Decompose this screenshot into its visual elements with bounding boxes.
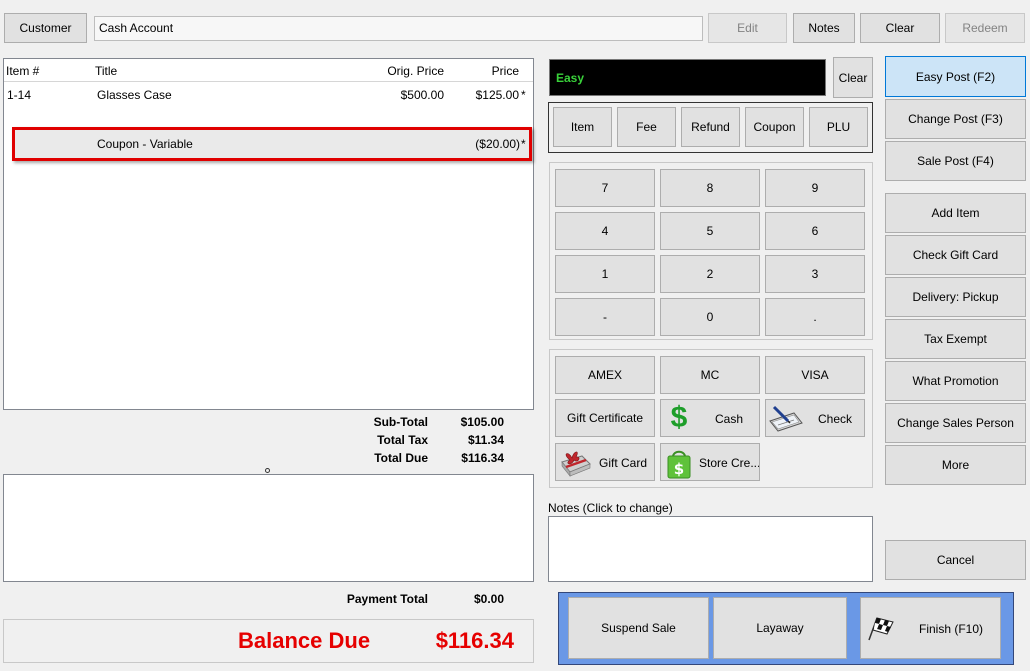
- entry-display[interactable]: Easy: [549, 59, 826, 96]
- row-title: Coupon - Variable: [97, 137, 193, 151]
- header-price: Price: [491, 64, 519, 78]
- gift-icon: [560, 448, 592, 478]
- header-divider: [4, 81, 533, 82]
- entry-mode-text: Easy: [556, 71, 585, 85]
- account-value: Cash Account: [99, 21, 174, 35]
- type-plu-button[interactable]: PLU: [809, 107, 868, 147]
- notes-area[interactable]: [548, 516, 873, 582]
- row-flag: *: [521, 88, 526, 102]
- cash-label: Cash: [715, 412, 744, 426]
- amex-button[interactable]: AMEX: [555, 356, 655, 394]
- row-price: ($20.00): [475, 137, 520, 151]
- gift-card-button[interactable]: Gift Card: [555, 443, 655, 481]
- payment-total-label: Payment Total: [346, 592, 428, 606]
- row-flag: *: [521, 137, 526, 151]
- key-minus[interactable]: -: [555, 298, 655, 336]
- key-1[interactable]: 1: [555, 255, 655, 293]
- clear-button[interactable]: Clear: [860, 13, 940, 43]
- subtotal-value: $105.00: [460, 415, 504, 429]
- check-button[interactable]: Check: [765, 399, 865, 437]
- header-orig-price: Orig. Price: [387, 64, 444, 78]
- finish-button[interactable]: Finish (F10): [860, 597, 1001, 659]
- tax-exempt-button[interactable]: Tax Exempt: [885, 319, 1026, 359]
- payment-total-value: $0.00: [473, 592, 504, 606]
- balance-panel: Balance Due $116.34: [3, 619, 534, 663]
- table-row[interactable]: 1-14 Glasses Case $500.00 $125.00 *: [4, 83, 533, 105]
- change-post-button[interactable]: Change Post (F3): [885, 99, 1026, 139]
- svg-text:$: $: [674, 460, 684, 478]
- items-table: Item # Title Orig. Price Price 1-14 Glas…: [3, 58, 534, 410]
- key-decimal[interactable]: .: [765, 298, 865, 336]
- payments-list[interactable]: [3, 474, 534, 582]
- key-7[interactable]: 7: [555, 169, 655, 207]
- key-9[interactable]: 9: [765, 169, 865, 207]
- key-0[interactable]: 0: [660, 298, 760, 336]
- table-row-selected[interactable]: Coupon - Variable ($20.00) *: [12, 127, 532, 161]
- cash-button[interactable]: $ Cash: [660, 399, 760, 437]
- more-button[interactable]: More: [885, 445, 1026, 485]
- customer-button[interactable]: Customer: [4, 13, 87, 43]
- shopping-bag-icon: $: [665, 447, 693, 479]
- gift-certificate-button[interactable]: Gift Certificate: [555, 399, 655, 437]
- dollar-icon: $: [670, 401, 688, 434]
- entry-clear-button[interactable]: Clear: [833, 57, 873, 98]
- total-due-label: Total Due: [374, 451, 428, 465]
- add-item-button[interactable]: Add Item: [885, 193, 1026, 233]
- check-gift-card-button[interactable]: Check Gift Card: [885, 235, 1026, 275]
- store-credit-button[interactable]: $ Store Cre...: [660, 443, 760, 481]
- notes-button[interactable]: Notes: [793, 13, 855, 43]
- easy-post-button[interactable]: Easy Post (F2): [885, 56, 1026, 97]
- notes-label[interactable]: Notes (Click to change): [548, 501, 673, 515]
- tax-value: $11.34: [467, 433, 504, 447]
- layaway-button[interactable]: Layaway: [713, 597, 847, 659]
- check-writing-icon: [768, 403, 804, 433]
- delivery-button[interactable]: Delivery: Pickup: [885, 277, 1026, 317]
- suspend-sale-button[interactable]: Suspend Sale: [568, 597, 709, 659]
- row-orig-price: $500.00: [400, 88, 444, 102]
- store-credit-label: Store Cre...: [699, 456, 760, 470]
- type-item-button[interactable]: Item: [553, 107, 612, 147]
- sale-post-button[interactable]: Sale Post (F4): [885, 141, 1026, 181]
- key-3[interactable]: 3: [765, 255, 865, 293]
- mc-button[interactable]: MC: [660, 356, 760, 394]
- header-title: Title: [95, 64, 118, 78]
- row-item: 1-14: [7, 88, 32, 102]
- check-label: Check: [818, 412, 853, 426]
- redeem-button[interactable]: Redeem: [945, 13, 1025, 43]
- gift-card-label: Gift Card: [599, 456, 648, 470]
- balance-due-label: Balance Due: [238, 628, 371, 653]
- header-item: Item #: [6, 64, 40, 78]
- total-due-value: $116.34: [461, 451, 504, 465]
- row-price: $125.00: [475, 88, 519, 102]
- finish-label: Finish (F10): [919, 622, 984, 636]
- cancel-button[interactable]: Cancel: [885, 540, 1026, 580]
- type-refund-button[interactable]: Refund: [681, 107, 740, 147]
- type-fee-button[interactable]: Fee: [617, 107, 676, 147]
- change-sales-person-button[interactable]: Change Sales Person: [885, 403, 1026, 443]
- key-8[interactable]: 8: [660, 169, 760, 207]
- row-title: Glasses Case: [97, 88, 172, 102]
- type-coupon-button[interactable]: Coupon: [745, 107, 804, 147]
- account-field[interactable]: Cash Account: [94, 16, 703, 41]
- key-2[interactable]: 2: [660, 255, 760, 293]
- checkered-flag-icon: [865, 614, 895, 642]
- key-5[interactable]: 5: [660, 212, 760, 250]
- tax-label: Total Tax: [377, 433, 428, 447]
- subtotal-label: Sub-Total: [373, 415, 428, 429]
- edit-button[interactable]: Edit: [708, 13, 787, 43]
- visa-button[interactable]: VISA: [765, 356, 865, 394]
- balance-due-value: $116.34: [435, 628, 514, 653]
- splitter-handle[interactable]: [265, 468, 270, 473]
- key-4[interactable]: 4: [555, 212, 655, 250]
- what-promotion-button[interactable]: What Promotion: [885, 361, 1026, 401]
- key-6[interactable]: 6: [765, 212, 865, 250]
